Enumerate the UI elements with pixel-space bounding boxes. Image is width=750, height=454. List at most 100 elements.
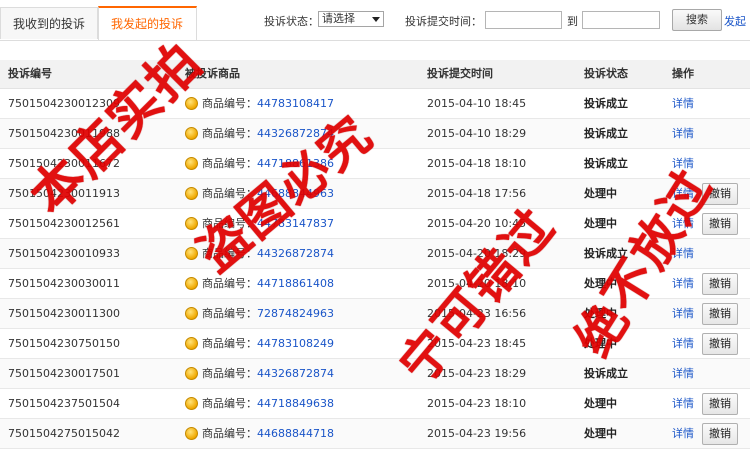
complaint-id: 7501504230010933 <box>8 247 120 260</box>
date-range-to-label: 到 <box>567 15 578 28</box>
status-text: 处理中 <box>584 277 617 290</box>
cancel-button[interactable]: 撤销 <box>702 213 738 235</box>
table-row: 7501504230017501 商品编号：44326872874 2015-04-… <box>0 359 750 389</box>
goods-cell: 商品编号：44688844963 <box>185 179 334 209</box>
detail-link[interactable]: 详情 <box>672 359 694 389</box>
goods-prefix: 商品编号： <box>202 187 257 200</box>
goods-number-link[interactable]: 44718861408 <box>257 277 334 290</box>
detail-link[interactable]: 详情 <box>672 149 694 179</box>
goods-cell: 商品编号：44326872874 <box>185 119 334 149</box>
submit-time: 2015-04-20 18:29 <box>427 247 527 260</box>
tab-initiated-complaints[interactable]: 我发起的投诉 <box>98 6 197 40</box>
submit-time: 2015-04-20 18:10 <box>427 277 527 290</box>
goods-prefix: 商品编号： <box>202 97 257 110</box>
table-row: 7501504230012309 商品编号：44783108417 2015-04-… <box>0 89 750 119</box>
goods-cell: 商品编号：44688844718 <box>185 419 334 449</box>
table-row: 7501504230030011 商品编号：44718861408 2015-04-… <box>0 269 750 299</box>
coin-icon <box>185 367 198 380</box>
coin-icon <box>185 247 198 260</box>
detail-link[interactable]: 详情 <box>672 269 694 299</box>
goods-number-link[interactable]: 44718861386 <box>257 157 334 170</box>
submit-time: 2015-04-20 10:45 <box>427 217 527 230</box>
goods-prefix: 商品编号： <box>202 277 257 290</box>
detail-link[interactable]: 详情 <box>672 179 694 209</box>
end-date-input[interactable] <box>582 11 660 29</box>
goods-number-link[interactable]: 44688844718 <box>257 427 334 440</box>
goods-prefix: 商品编号： <box>202 397 257 410</box>
goods-number-link[interactable]: 44783108417 <box>257 97 334 110</box>
detail-link[interactable]: 详情 <box>672 299 694 329</box>
goods-number-link[interactable]: 44326872874 <box>257 247 334 260</box>
table-row: 7501504230011672 商品编号：44718861386 2015-04-… <box>0 149 750 179</box>
goods-number-link[interactable]: 44326872874 <box>257 367 334 380</box>
cancel-button[interactable]: 撤销 <box>702 423 738 445</box>
detail-link[interactable]: 详情 <box>672 419 694 449</box>
cancel-button[interactable]: 撤销 <box>702 393 738 415</box>
coin-icon <box>185 157 198 170</box>
status-text: 处理中 <box>584 217 617 230</box>
goods-cell: 商品编号：44718861386 <box>185 149 334 179</box>
start-date-input[interactable] <box>485 11 562 29</box>
detail-link[interactable]: 详情 <box>672 239 694 269</box>
submit-time: 2015-04-10 18:45 <box>427 97 527 110</box>
status-text: 投诉成立 <box>584 367 628 380</box>
cancel-button[interactable]: 撤销 <box>702 333 738 355</box>
goods-number-link[interactable]: 44783147837 <box>257 217 334 230</box>
goods-number-link[interactable]: 44326872874 <box>257 127 334 140</box>
goods-cell: 商品编号：72874824963 <box>185 299 334 329</box>
goods-cell: 商品编号：44783147837 <box>185 209 334 239</box>
table-row: 7501504230011913 商品编号：44688844963 2015-04-… <box>0 179 750 209</box>
detail-link[interactable]: 详情 <box>672 209 694 239</box>
tab-received-complaints[interactable]: 我收到的投诉 <box>0 7 98 39</box>
submit-time: 2015-04-23 18:10 <box>427 397 527 410</box>
goods-cell: 商品编号：44783108249 <box>185 329 334 359</box>
status-text: 处理中 <box>584 427 617 440</box>
table-row: 7501504237501504 商品编号：44718849638 2015-04-… <box>0 389 750 419</box>
header-complaint-id: 投诉编号 <box>8 67 52 80</box>
submit-time: 2015-04-23 18:29 <box>427 367 527 380</box>
complaint-id: 7501504230011300 <box>8 307 120 320</box>
coin-icon <box>185 307 198 320</box>
detail-link[interactable]: 详情 <box>672 89 694 119</box>
table-row: 7501504230750150 商品编号：44783108249 2015-04-… <box>0 329 750 359</box>
cancel-button[interactable]: 撤销 <box>702 303 738 325</box>
goods-number-link[interactable]: 44688844963 <box>257 187 334 200</box>
table-header: 投诉编号 被投诉商品 投诉提交时间 投诉状态 操作 <box>0 60 750 89</box>
goods-prefix: 商品编号： <box>202 427 257 440</box>
submit-time: 2015-04-23 16:56 <box>427 307 527 320</box>
goods-prefix: 商品编号： <box>202 337 257 350</box>
coin-icon <box>185 337 198 350</box>
status-select[interactable]: 请选择 <box>318 11 384 27</box>
submit-time: 2015-04-18 18:10 <box>427 157 527 170</box>
goods-prefix: 商品编号： <box>202 247 257 260</box>
goods-prefix: 商品编号： <box>202 127 257 140</box>
goods-prefix: 商品编号： <box>202 217 257 230</box>
goods-number-link[interactable]: 44783108249 <box>257 337 334 350</box>
coin-icon <box>185 397 198 410</box>
search-button[interactable]: 搜索 <box>672 9 722 31</box>
goods-cell: 商品编号：44326872874 <box>185 239 334 269</box>
goods-cell: 商品编号：44718849638 <box>185 389 334 419</box>
goods-cell: 商品编号：44326872874 <box>185 359 334 389</box>
table-row: 7501504275015042 商品编号：44688844718 2015-04-… <box>0 419 750 449</box>
status-text: 处理中 <box>584 307 617 320</box>
detail-link[interactable]: 详情 <box>672 389 694 419</box>
complaint-id: 7501504230012561 <box>8 217 120 230</box>
detail-link[interactable]: 详情 <box>672 329 694 359</box>
top-bar: 我收到的投诉 我发起的投诉 投诉状态： 请选择 投诉提交时间： 到 搜索 发起 <box>0 0 750 41</box>
goods-number-link[interactable]: 72874824963 <box>257 307 334 320</box>
coin-icon <box>185 427 198 440</box>
complaint-id: 7501504275015042 <box>8 427 120 440</box>
table-row: 7501504230011300 商品编号：72874824963 2015-04-… <box>0 299 750 329</box>
status-text: 处理中 <box>584 397 617 410</box>
goods-number-link[interactable]: 44718849638 <box>257 397 334 410</box>
dropdown-arrow-icon <box>372 17 380 22</box>
goods-cell: 商品编号：44718861408 <box>185 269 334 299</box>
cancel-button[interactable]: 撤销 <box>702 273 738 295</box>
header-status: 投诉状态 <box>584 67 628 80</box>
coin-icon <box>185 97 198 110</box>
detail-link[interactable]: 详情 <box>672 119 694 149</box>
cancel-button[interactable]: 撤销 <box>702 183 738 205</box>
initiate-complaint-link[interactable]: 发起 <box>724 13 746 29</box>
submit-time: 2015-04-18 17:56 <box>427 187 527 200</box>
